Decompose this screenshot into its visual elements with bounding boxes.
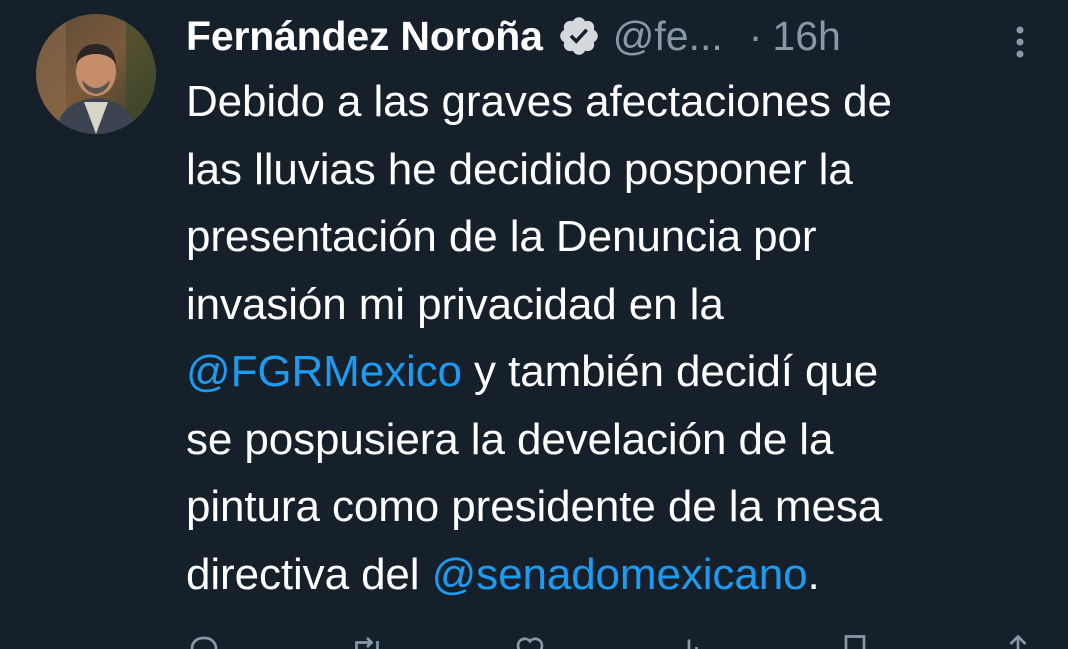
author-handle[interactable]: @fe... [613, 13, 723, 60]
tweet-text-fragment: directiva del [186, 549, 432, 599]
tweet-timestamp[interactable]: 16h [772, 13, 840, 60]
bookmark-button[interactable] [837, 632, 873, 649]
mention-senadomexicano[interactable]: @senadomexicano [432, 550, 808, 599]
verified-badge-icon [559, 17, 598, 55]
like-icon [516, 637, 543, 649]
tweet-line: presentación de la Denuncia por [186, 212, 817, 261]
views-icon [688, 639, 699, 649]
retweet-icon [354, 637, 379, 649]
tweet-text: Debido a las graves afectaciones de las … [186, 68, 1046, 608]
like-button[interactable] [512, 632, 548, 649]
share-button[interactable] [1000, 632, 1036, 649]
share-icon [1009, 634, 1027, 649]
reply-icon [190, 636, 218, 649]
views-button[interactable] [674, 632, 710, 649]
avatar[interactable] [36, 14, 156, 134]
tweet-line: Debido a las graves afectaciones de [186, 77, 892, 126]
tweet-text-fragment: y también decidí que [461, 347, 879, 396]
tweet-text-fragment: . [807, 549, 820, 599]
bookmark-icon [844, 635, 866, 649]
reply-button[interactable] [186, 632, 222, 649]
tweet-line: invasión mi privacidad en la [186, 279, 724, 329]
author-name[interactable]: Fernández Noroña [186, 13, 543, 60]
tweet-line: las lluvias he decidido posponer la [186, 144, 853, 194]
tweet-card[interactable]: Fernández Noroña @fe... · 16h Debido a l… [0, 0, 1068, 649]
tweet-line: directiva del @senadomexicano. [186, 541, 1046, 609]
tweet-action-bar [186, 630, 1036, 649]
tweet-line: pintura como presidente de la mesa [186, 482, 883, 531]
avatar-photo [36, 14, 156, 134]
tweet-line: @FGRMexico y también decidí que [186, 338, 1046, 406]
tweet-line: se pospusiera la develación de la [186, 414, 834, 464]
separator-dot: · [748, 12, 763, 59]
more-options-icon[interactable] [1010, 22, 1030, 62]
mention-fgrmexico[interactable]: @FGRMexico [186, 347, 462, 396]
retweet-button[interactable] [349, 632, 385, 649]
tweet-header: Fernández Noroña @fe... · 16h [186, 8, 841, 64]
